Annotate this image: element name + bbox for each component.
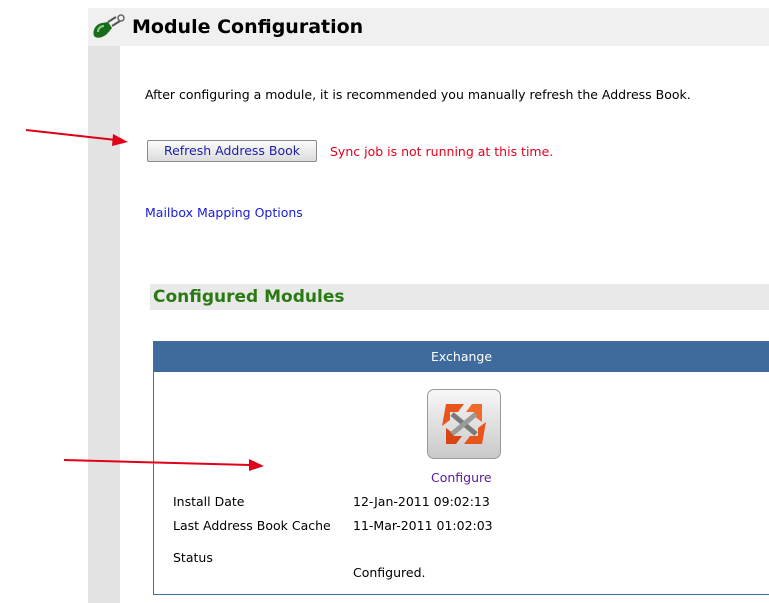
annotation-arrow-refresh (25, 129, 128, 146)
annotation-arrows (25, 129, 264, 471)
annotation-arrow-module (63, 459, 264, 471)
